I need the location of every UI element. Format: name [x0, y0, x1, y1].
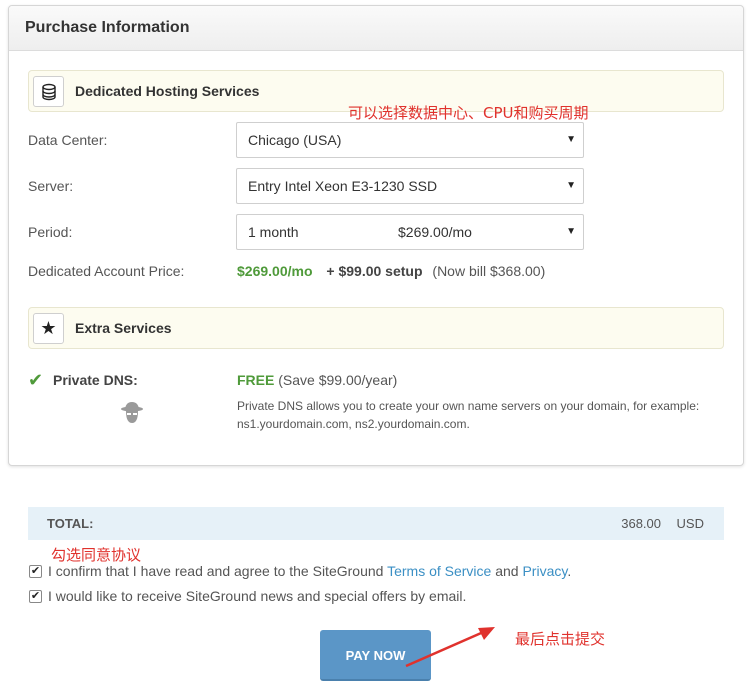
annotation-agree: 勾选同意协议: [51, 546, 142, 564]
private-dns-description: Private DNS allows you to create your ow…: [237, 399, 700, 431]
total-bill: (Now bill $368.00): [432, 263, 546, 279]
period-label: Period:: [28, 224, 73, 240]
privacy-link[interactable]: Privacy: [522, 563, 567, 579]
newsletter-text: I would like to receive SiteGround news …: [48, 588, 467, 604]
tos-prefix: I confirm that I have read and agree to …: [48, 563, 384, 579]
period-price: $269.00/mo: [398, 224, 472, 240]
extra-section-title: Extra Services: [75, 320, 172, 336]
data-center-value: Chicago (USA): [248, 132, 342, 148]
terms-of-service-link[interactable]: Terms of Service: [387, 563, 491, 579]
data-center-select[interactable]: Chicago (USA) ▼: [236, 122, 584, 158]
star-icon: ★: [33, 313, 64, 344]
monthly-price: $269.00/mo: [237, 263, 313, 279]
total-label: TOTAL:: [47, 516, 94, 531]
data-center-label: Data Center:: [28, 132, 108, 148]
database-icon: [33, 76, 64, 107]
hosting-section-title: Dedicated Hosting Services: [75, 83, 260, 99]
account-price-label: Dedicated Account Price:: [28, 263, 185, 279]
purchase-panel: Purchase Information Dedicated Hosting S…: [8, 5, 744, 466]
setup-fee: + $99.00 setup: [326, 263, 423, 279]
tos-agreement: I confirm that I have read and agree to …: [48, 563, 571, 579]
total-amount: 368.00: [621, 516, 661, 531]
total-currency: USD: [676, 516, 704, 531]
chevron-down-icon: ▼: [566, 226, 576, 237]
checkmark-icon: ✔: [28, 370, 44, 390]
annotation-choose: 可以选择数据中心、CPU和购买周期: [348, 104, 589, 122]
free-label: FREE: [237, 372, 275, 388]
private-dns-price: FREE (Save $99.00/year): [237, 372, 397, 388]
spy-icon: [119, 400, 145, 431]
server-label: Server:: [28, 178, 74, 194]
account-price: $269.00/mo + $99.00 setup (Now bill $368…: [237, 263, 545, 279]
tos-and: and: [495, 563, 519, 579]
private-dns-label: Private DNS:: [53, 372, 138, 388]
server-value: Entry Intel Xeon E3-1230 SSD: [248, 178, 438, 194]
server-select[interactable]: Entry Intel Xeon E3-1230 SSD ▼: [236, 168, 584, 204]
extra-section-header: ★ Extra Services: [28, 307, 724, 349]
arrow-icon: [405, 627, 495, 668]
period-value: 1 month: [248, 224, 299, 240]
tos-checkbox[interactable]: ✔: [29, 565, 42, 578]
total-bar: TOTAL: 368.00 USD: [28, 507, 724, 540]
save-label: (Save $99.00/year): [278, 372, 398, 388]
annotation-submit: 最后点击提交: [515, 630, 606, 648]
panel-title: Purchase Information: [9, 6, 743, 51]
newsletter-checkbox[interactable]: ✔: [29, 590, 42, 603]
chevron-down-icon: ▼: [566, 180, 576, 191]
period-select[interactable]: 1 month $269.00/mo ▼: [236, 214, 584, 250]
chevron-down-icon: ▼: [566, 134, 576, 145]
tos-period: .: [567, 563, 572, 579]
